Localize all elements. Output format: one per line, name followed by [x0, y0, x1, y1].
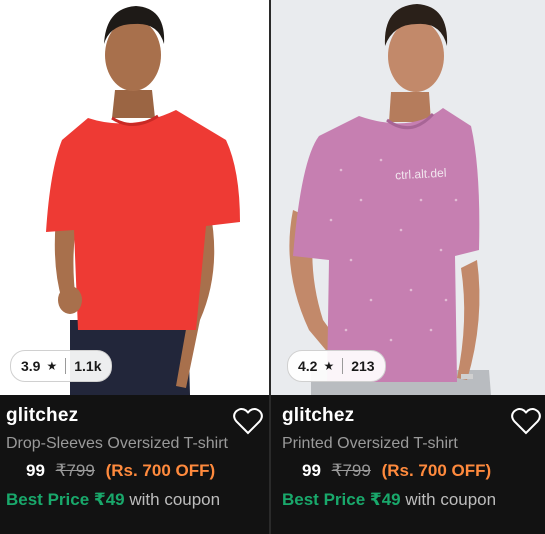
original-price: ₹799	[55, 461, 95, 480]
star-icon: ★	[46, 359, 58, 373]
brand-name[interactable]: glitchez	[6, 405, 263, 427]
discount-label: (Rs. 700 OFF)	[381, 461, 492, 480]
discount-label: (Rs. 700 OFF)	[105, 461, 216, 480]
best-price: Best Price ₹49	[6, 490, 125, 509]
product-title[interactable]: Drop-Sleeves Oversized T-shirt	[6, 435, 263, 453]
shirt-print-text: ctrl.alt.del	[395, 166, 447, 183]
rating-badge: 3.9 ★ 1.1k	[10, 350, 113, 382]
star-icon: ★	[323, 359, 335, 373]
price-row: 99 ₹799 (Rs. 700 OFF)	[282, 461, 539, 481]
product-card-2[interactable]: ctrl.alt.del 4.2 ★ 213 glitchez Printed …	[271, 0, 545, 534]
best-price-row: Best Price ₹49 with coupon	[6, 490, 263, 510]
rating-separator	[342, 358, 344, 374]
coupon-text: with coupon	[129, 490, 221, 509]
brand-name[interactable]: glitchez	[282, 405, 539, 427]
best-price-row: Best Price ₹49 with coupon	[282, 490, 539, 510]
product-grid: 3.9 ★ 1.1k glitchez Drop-Sleeves Oversiz…	[0, 0, 545, 534]
rating-badge: 4.2 ★ 213	[287, 350, 386, 382]
selling-price: 99	[26, 461, 45, 480]
review-count: 1.1k	[74, 358, 102, 374]
rating-separator	[65, 358, 67, 374]
rating-value: 4.2	[298, 358, 318, 374]
review-count: 213	[351, 358, 375, 374]
price-row: 99 ₹799 (Rs. 700 OFF)	[6, 461, 263, 481]
original-price: ₹799	[331, 461, 371, 480]
product-card-1[interactable]: 3.9 ★ 1.1k glitchez Drop-Sleeves Oversiz…	[0, 0, 269, 534]
best-price: Best Price ₹49	[282, 490, 401, 509]
product-title[interactable]: Printed Oversized T-shirt	[282, 435, 539, 453]
product-info: glitchez Drop-Sleeves Oversized T-shirt …	[6, 405, 263, 510]
selling-price: 99	[302, 461, 321, 480]
coupon-text: with coupon	[405, 490, 497, 509]
product-image[interactable]	[0, 0, 269, 395]
product-image[interactable]: ctrl.alt.del	[271, 0, 545, 395]
rating-value: 3.9	[21, 358, 41, 374]
product-info: glitchez Printed Oversized T-shirt 99 ₹7…	[282, 405, 539, 510]
